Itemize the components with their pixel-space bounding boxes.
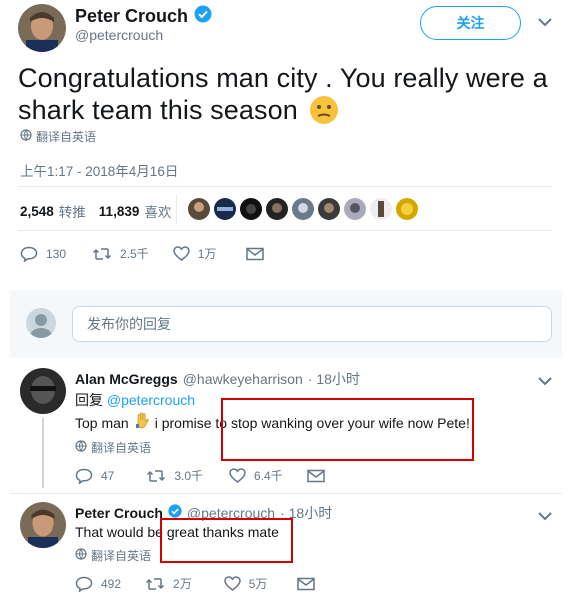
envelope-icon [246,247,265,261]
liker-avatar[interactable] [240,198,262,220]
globe-icon [75,548,87,563]
heart-icon [172,246,190,261]
liker-avatar[interactable] [292,198,314,220]
author-name[interactable]: Peter Crouch [75,6,188,27]
reply-count: 492 [101,576,122,591]
tweet-text: Congratulations man city . You really we… [18,62,558,132]
retweets-label[interactable]: 转推 [59,201,86,221]
message-action[interactable] [297,577,316,591]
like-action[interactable]: 5万 [223,575,268,592]
like-count: 1万 [197,247,217,261]
reply-input[interactable]: 发布你的回复 [72,306,552,342]
translate-label: 翻译自英语 [36,130,97,144]
follow-button[interactable]: 关注 [420,6,521,40]
divider [18,230,552,231]
retweet-action[interactable]: 3.0千 [146,467,203,484]
likes-count[interactable]: 11,839 [99,204,140,219]
reply-author-handle[interactable]: @hawkeyeharrison [183,371,303,387]
chevron-down-icon[interactable] [538,373,552,389]
translate-link[interactable]: 翻译自英语 [20,128,96,145]
like-action[interactable]: 1万 [172,245,217,262]
envelope-icon [297,577,316,591]
chevron-down-icon[interactable] [538,14,552,30]
heart-icon [229,468,246,483]
retweet-icon [92,247,112,261]
reply-action[interactable]: 47 [75,468,114,484]
retweet-action[interactable]: 2.5千 [92,245,149,262]
liker-avatar[interactable] [396,198,418,220]
reply-author-avatar[interactable] [20,368,66,414]
author-avatar[interactable] [18,4,66,52]
tweet-timestamp[interactable]: 上午1:17 - 2018年4月16日 [20,160,178,180]
likes-label[interactable]: 喜欢 [144,201,171,221]
liker-avatar[interactable] [344,198,366,220]
divider [18,186,552,187]
like-count: 5万 [248,577,268,591]
like-count: 6.4千 [254,469,283,483]
message-action[interactable] [306,469,325,483]
reply-icon [75,576,93,592]
liker-avatar[interactable] [214,198,236,220]
envelope-icon [306,469,325,483]
translate-link[interactable]: 翻译自英语 [75,547,151,564]
hand-emoji-icon [134,412,150,434]
retweet-count: 2.5千 [120,247,149,261]
user-avatar [26,308,56,338]
chevron-down-icon[interactable] [538,508,552,524]
tweet-actions: 130 2.5千 1万 [20,245,265,262]
highlight-box [160,518,293,563]
reply-author-name[interactable]: Peter Crouch [75,505,163,521]
liker-avatar[interactable] [266,198,288,220]
reply-composer: 发布你的回复 [10,290,562,358]
divider [10,493,562,494]
reply-icon [75,468,93,484]
reply-count: 47 [101,468,115,483]
globe-icon [20,129,32,144]
tweet-text-content: Congratulations man city . You really we… [18,63,548,125]
retweet-count: 3.0千 [174,469,204,483]
reply-action[interactable]: 130 [20,246,66,262]
reply-actions: 47 3.0千 6.4千 [75,467,325,484]
liker-avatar[interactable] [370,198,392,220]
like-action[interactable]: 6.4千 [229,467,283,484]
message-action[interactable] [246,247,265,261]
reply-icon [20,246,38,262]
translate-label: 翻译自英语 [91,441,152,455]
heart-icon [223,576,241,591]
retweet-icon [145,577,165,591]
highlight-box [221,398,474,461]
retweet-action[interactable]: 2万 [145,575,192,592]
stats-divider [176,194,177,224]
retweets-count[interactable]: 2,548 [20,204,54,219]
verified-badge-icon [194,5,212,28]
reply-time[interactable]: · 18小时 [308,369,360,389]
engagement-stats: 2,548 转推 11,839 喜欢 [20,201,171,221]
liker-avatar[interactable] [318,198,340,220]
liker-avatar[interactable] [188,198,210,220]
retweet-count: 2万 [173,577,192,591]
replying-prefix: 回复 [75,392,103,408]
thread-line [42,418,44,488]
reply-author-name[interactable]: Alan McGreggs [75,371,178,387]
translate-link[interactable]: 翻译自英语 [75,439,151,456]
reply-text-start: Top man [75,415,129,431]
reply-actions: 492 2万 5万 [75,575,316,592]
liker-avatars [188,198,418,220]
reply-action[interactable]: 492 [75,576,121,592]
reply-placeholder: 发布你的回复 [87,316,171,332]
translate-label: 翻译自英语 [91,549,152,563]
author-handle[interactable]: @petercrouch [75,27,163,43]
globe-icon [75,440,87,455]
replying-to-link[interactable]: @petercrouch [107,392,195,408]
reply-count: 130 [46,246,67,261]
retweet-icon [146,469,166,483]
reply-author-avatar[interactable] [20,502,66,548]
confused-face-icon [309,95,339,132]
